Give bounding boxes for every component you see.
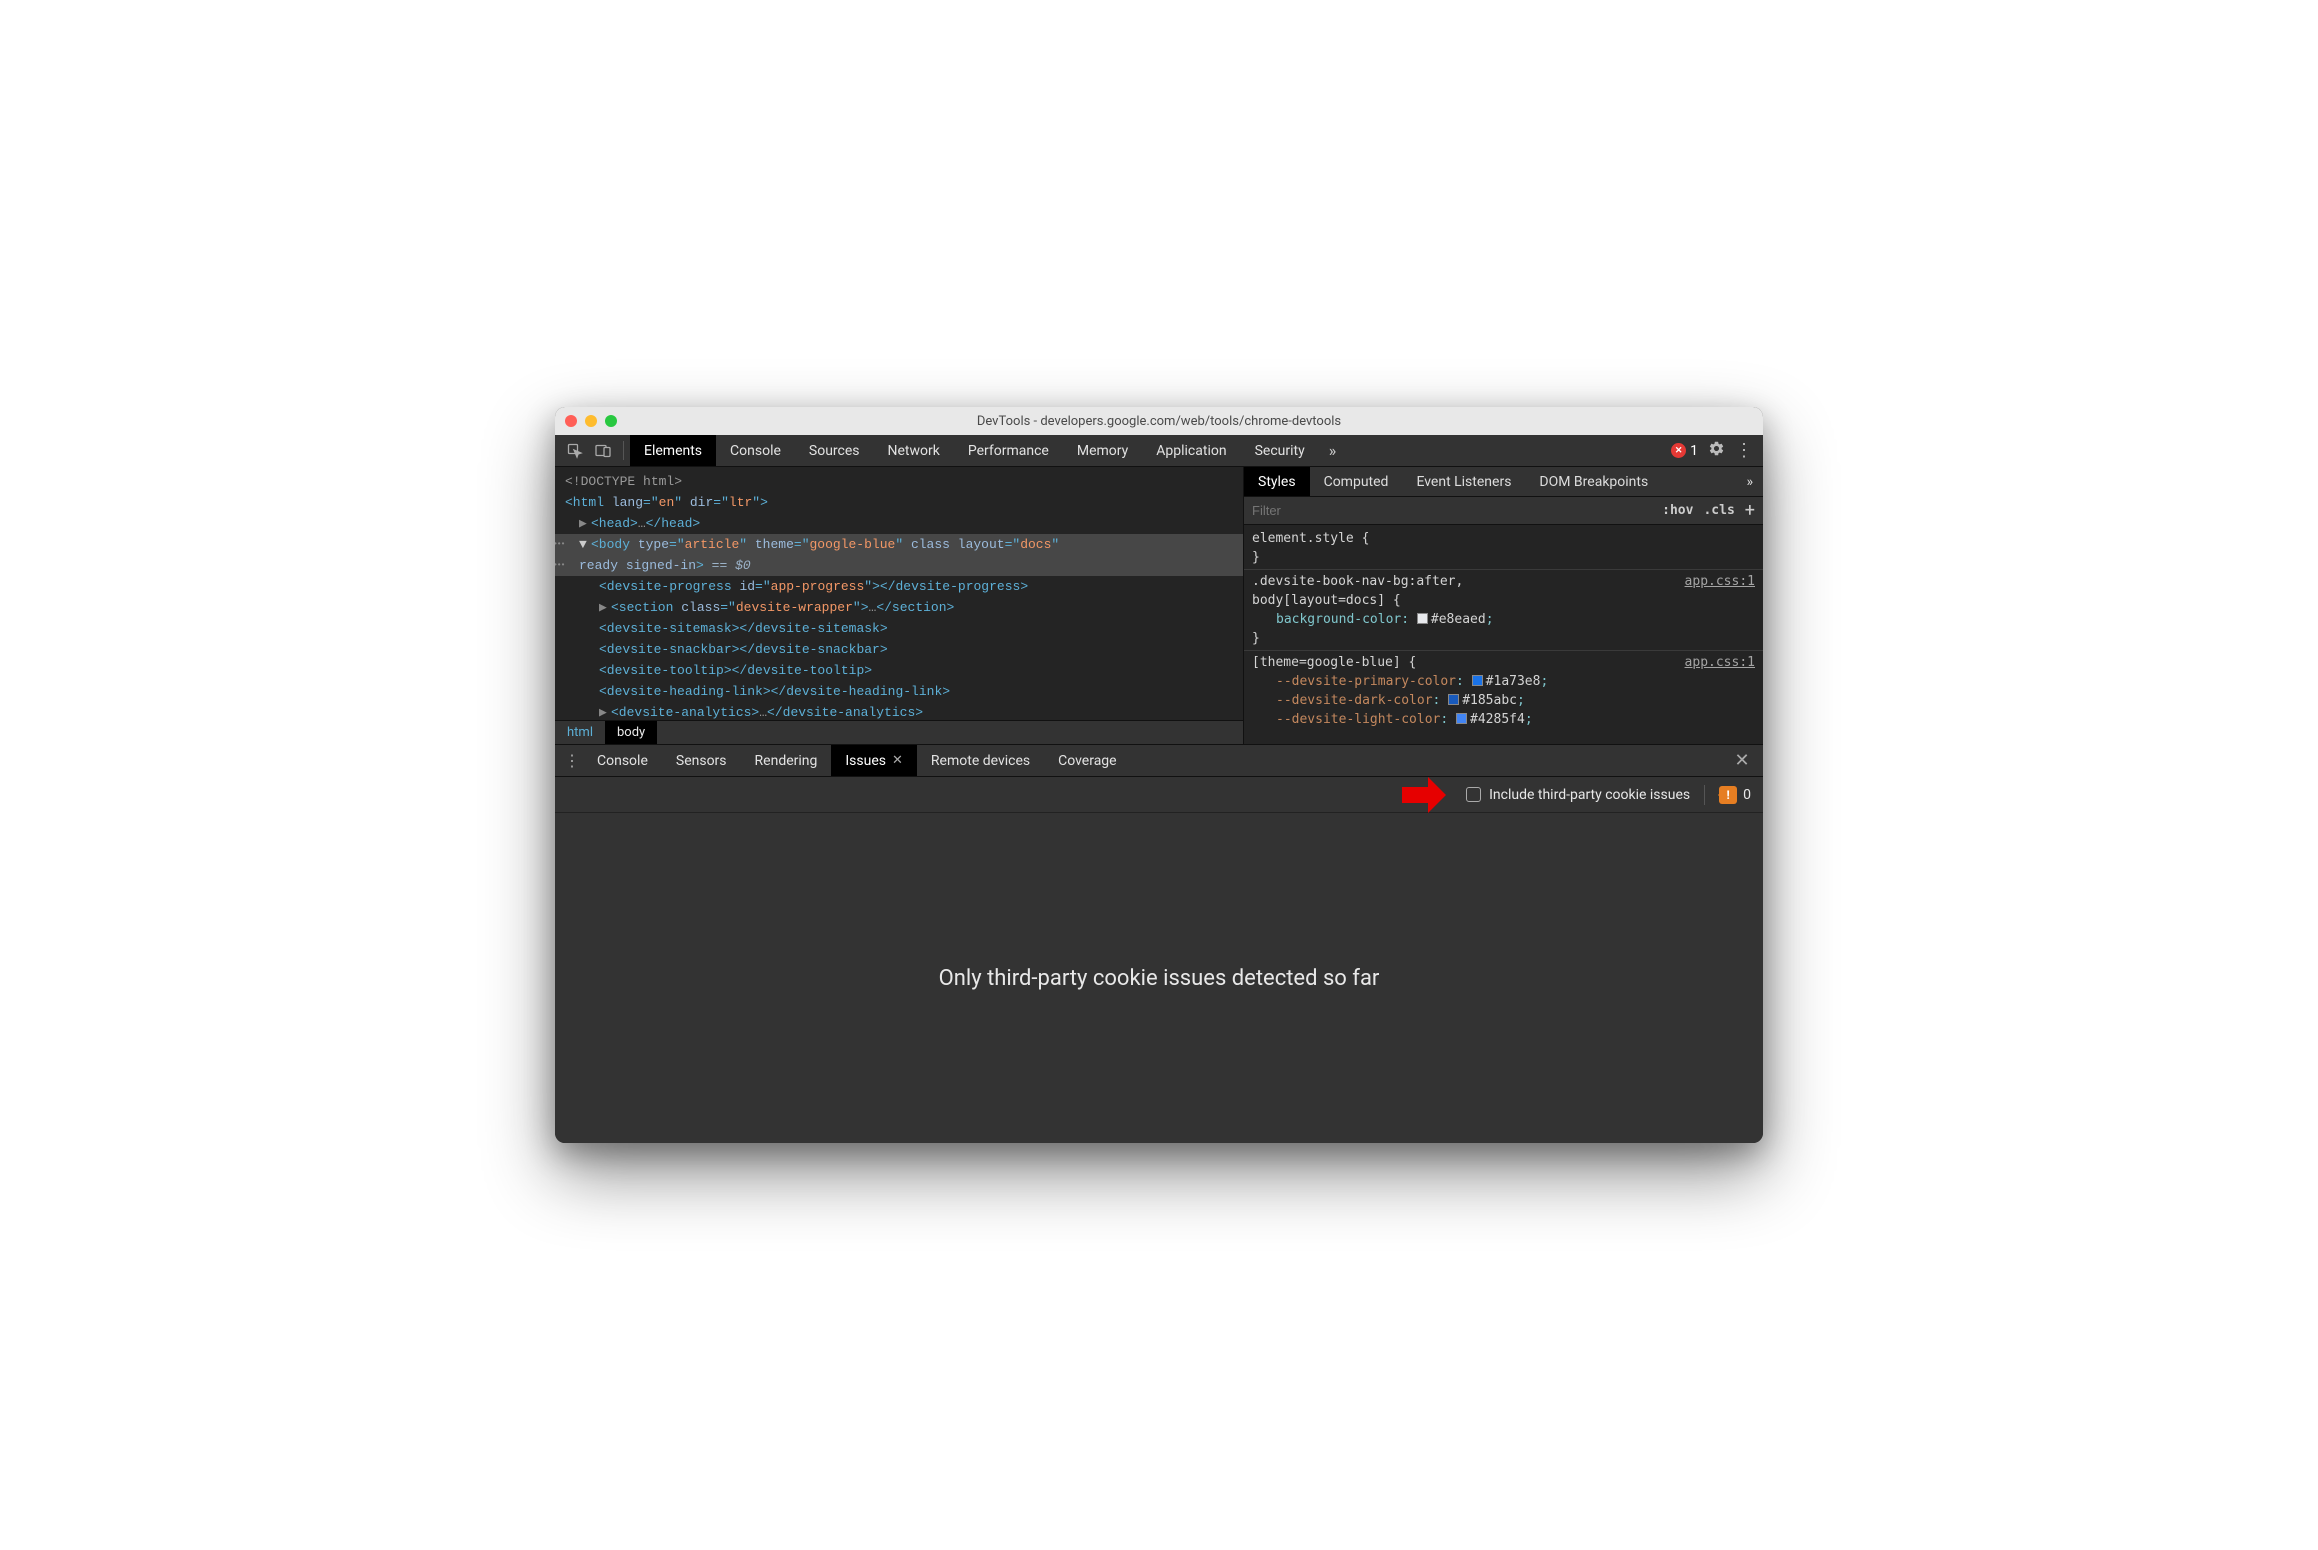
dom-line[interactable]: ▶<devsite-analytics>…</devsite-analytics… xyxy=(555,702,1243,720)
drawer-tab-remote-devices[interactable]: Remote devices xyxy=(917,745,1044,776)
drawer-tab-console[interactable]: Console xyxy=(583,745,662,776)
tab-console[interactable]: Console xyxy=(716,435,795,466)
error-count: 1 xyxy=(1690,443,1698,459)
issues-body: Only third-party cookie issues detected … xyxy=(555,813,1763,1143)
dom-line-selected[interactable]: ▼<body type="article" theme="google-blue… xyxy=(555,534,1243,555)
devtools-window: DevTools - developers.google.com/web/too… xyxy=(555,407,1763,1143)
styles-tabs: Styles Computed Event Listeners DOM Brea… xyxy=(1244,467,1763,497)
tab-network[interactable]: Network xyxy=(874,435,954,466)
titlebar: DevTools - developers.google.com/web/too… xyxy=(555,407,1763,435)
issues-count-badge[interactable]: ! 0 xyxy=(1719,786,1751,804)
styles-filter-input[interactable] xyxy=(1252,503,1652,518)
styles-filter-row: :hov .cls + xyxy=(1244,497,1763,525)
toolbar-separator xyxy=(623,441,624,460)
tab-performance[interactable]: Performance xyxy=(954,435,1063,466)
include-third-party-label: Include third-party cookie issues xyxy=(1489,787,1690,803)
drawer-tab-rendering[interactable]: Rendering xyxy=(741,745,832,776)
settings-gear-icon[interactable] xyxy=(1708,440,1725,461)
drawer-menu-icon[interactable]: ⋮ xyxy=(561,745,583,776)
device-toolbar-icon[interactable] xyxy=(589,435,617,466)
annotation-arrow-icon xyxy=(1400,775,1448,815)
window-title: DevTools - developers.google.com/web/too… xyxy=(977,414,1341,429)
main-split: <!DOCTYPE html> <html lang="en" dir="ltr… xyxy=(555,467,1763,745)
breadcrumb-item[interactable]: html xyxy=(555,721,605,744)
drawer-tab-issues[interactable]: Issues✕ xyxy=(831,745,917,776)
hov-toggle[interactable]: :hov xyxy=(1662,503,1693,518)
color-swatch[interactable] xyxy=(1456,713,1467,724)
dom-line[interactable]: <html lang="en" dir="ltr"> xyxy=(555,492,1243,513)
new-style-rule-icon[interactable]: + xyxy=(1745,500,1755,521)
styles-tab-event-listeners[interactable]: Event Listeners xyxy=(1402,467,1525,496)
css-rule[interactable]: app.css:1 .devsite-book-nav-bg:after, bo… xyxy=(1244,570,1763,651)
css-rule[interactable]: element.style { } xyxy=(1244,527,1763,570)
dom-tree[interactable]: <!DOCTYPE html> <html lang="en" dir="ltr… xyxy=(555,467,1243,720)
dom-line[interactable]: <!DOCTYPE html> xyxy=(555,471,1243,492)
cls-toggle[interactable]: .cls xyxy=(1703,503,1734,518)
issues-empty-text: Only third-party cookie issues detected … xyxy=(939,966,1380,991)
dom-line[interactable]: <devsite-heading-link></devsite-heading-… xyxy=(555,681,1243,702)
color-swatch[interactable] xyxy=(1448,694,1459,705)
dom-line[interactable]: ▶<head>…</head> xyxy=(555,513,1243,534)
css-rules[interactable]: element.style { } app.css:1 .devsite-boo… xyxy=(1244,525,1763,744)
minimize-window-button[interactable] xyxy=(585,415,597,427)
include-third-party-checkbox[interactable] xyxy=(1466,787,1481,802)
warning-icon: ! xyxy=(1719,786,1737,804)
color-swatch[interactable] xyxy=(1472,675,1483,686)
tab-security[interactable]: Security xyxy=(1241,435,1319,466)
dom-line[interactable]: <devsite-snackbar></devsite-snackbar> xyxy=(555,639,1243,660)
styles-tab-computed[interactable]: Computed xyxy=(1310,467,1403,496)
color-swatch[interactable] xyxy=(1417,613,1428,624)
dom-panel: <!DOCTYPE html> <html lang="en" dir="ltr… xyxy=(555,467,1243,744)
maximize-window-button[interactable] xyxy=(605,415,617,427)
toolbar-right: 1 ⋮ xyxy=(1671,435,1757,466)
close-tab-icon[interactable]: ✕ xyxy=(892,753,903,768)
separator xyxy=(1704,785,1705,805)
issues-count: 0 xyxy=(1743,787,1751,803)
issues-toolbar: Include third-party cookie issues ! 0 xyxy=(555,777,1763,813)
include-third-party-checkbox-wrap: Include third-party cookie issues xyxy=(1466,787,1690,803)
error-icon xyxy=(1671,443,1686,458)
more-styles-tabs-icon[interactable]: » xyxy=(1736,467,1763,496)
tab-memory[interactable]: Memory xyxy=(1063,435,1142,466)
styles-panel: Styles Computed Event Listeners DOM Brea… xyxy=(1243,467,1763,744)
css-source-link[interactable]: app.css:1 xyxy=(1685,653,1755,672)
panel-tabs: Elements Console Sources Network Perform… xyxy=(630,435,1671,466)
dom-line[interactable]: <devsite-progress id="app-progress"></de… xyxy=(555,576,1243,597)
dom-line-selected[interactable]: ready signed-in> == $0 xyxy=(555,555,1243,576)
more-tabs-icon[interactable]: » xyxy=(1319,435,1347,466)
tab-elements[interactable]: Elements xyxy=(630,435,716,466)
tab-sources[interactable]: Sources xyxy=(795,435,874,466)
dom-line[interactable]: <devsite-sitemask></devsite-sitemask> xyxy=(555,618,1243,639)
close-window-button[interactable] xyxy=(565,415,577,427)
breadcrumb-item-active[interactable]: body xyxy=(605,721,657,744)
tab-application[interactable]: Application xyxy=(1142,435,1240,466)
css-source-link[interactable]: app.css:1 xyxy=(1685,572,1755,591)
more-options-icon[interactable]: ⋮ xyxy=(1735,440,1753,461)
breadcrumb: html body xyxy=(555,720,1243,744)
error-count-badge[interactable]: 1 xyxy=(1671,443,1698,459)
drawer-close-icon[interactable]: ✕ xyxy=(1727,745,1757,776)
styles-tab-dom-breakpoints[interactable]: DOM Breakpoints xyxy=(1525,467,1662,496)
drawer-tab-coverage[interactable]: Coverage xyxy=(1044,745,1130,776)
css-rule[interactable]: app.css:1 [theme=google-blue] { --devsit… xyxy=(1244,651,1763,731)
dom-line[interactable]: <devsite-tooltip></devsite-tooltip> xyxy=(555,660,1243,681)
drawer-tabs: ⋮ Console Sensors Rendering Issues✕ Remo… xyxy=(555,745,1763,777)
dom-line[interactable]: ▶<section class="devsite-wrapper">…</sec… xyxy=(555,597,1243,618)
inspect-element-icon[interactable] xyxy=(561,435,589,466)
drawer-tab-sensors[interactable]: Sensors xyxy=(662,745,741,776)
styles-tab-styles[interactable]: Styles xyxy=(1244,467,1310,496)
traffic-lights xyxy=(565,415,617,427)
main-toolbar: Elements Console Sources Network Perform… xyxy=(555,435,1763,467)
